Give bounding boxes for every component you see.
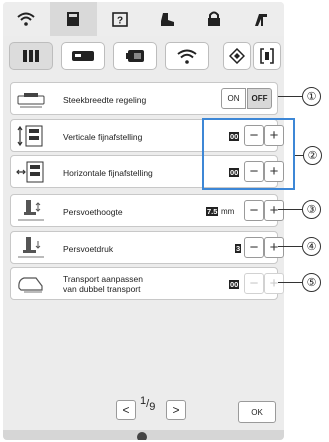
tab-general-settings[interactable] (113, 42, 157, 70)
dual-feed-row: Transport aanpassen van dubbel transport… (10, 267, 284, 300)
stitch-width-off-button[interactable]: OFF (247, 88, 272, 109)
callout-line-2 (295, 155, 303, 156)
horizontal-adjust-icon (16, 161, 44, 183)
stitch-width-row: Steekbreedte regeling ON OFF (10, 82, 278, 115)
home-icon[interactable] (137, 432, 147, 440)
boot-icon (160, 12, 174, 26)
next-page-button[interactable]: > (166, 400, 186, 420)
dual-feed-icon (18, 277, 43, 293)
presser-height-row: Persvoethoogte 7.5 mm − + (10, 194, 284, 227)
horizontal-fine-label: Horizontale fijnafstelling (63, 168, 153, 178)
callout-line-3 (278, 209, 302, 210)
presser-foot-height-icon (18, 200, 44, 221)
callout-5: ⑤ (302, 273, 321, 292)
page-current: 1 (140, 395, 147, 407)
tab-lock[interactable] (190, 2, 237, 36)
machine-icon (254, 13, 267, 26)
vertical-adjust-icon (17, 125, 43, 147)
top-tab-bar: ? (3, 2, 284, 36)
callout-line-4 (278, 246, 302, 247)
tab-wifi-settings[interactable] (165, 42, 209, 70)
tab-help[interactable]: ? (97, 2, 144, 36)
wifi-icon (17, 12, 36, 26)
dual-feed-value: 00 (229, 280, 240, 289)
dual-feed-label: Transport aanpassen van dubbel transport (63, 274, 143, 294)
vertical-fine-label: Verticale fijnafstelling (63, 132, 143, 142)
lock-icon (207, 11, 220, 26)
callout-line-1 (278, 96, 302, 97)
presser-pressure-minus-button[interactable]: − (244, 237, 264, 258)
svg-text:?: ? (117, 15, 123, 26)
tab-document[interactable] (49, 2, 97, 36)
tab-embroidery-settings[interactable] (61, 42, 105, 70)
presser-height-minus-button[interactable]: − (244, 200, 264, 221)
dual-feed-minus-button: − (244, 273, 264, 294)
presser-pressure-plus-button[interactable]: + (264, 237, 284, 258)
presser-foot-pressure-icon (18, 237, 44, 258)
stitch-width-label: Steekbreedte regeling (63, 95, 147, 105)
presser-pressure-value: 3 (235, 244, 242, 253)
dual-feed-label-line1: Transport aanpassen (63, 274, 144, 284)
presser-height-unit: mm (221, 207, 235, 216)
page-total: 9 (149, 401, 156, 413)
fullscreen-button[interactable] (253, 42, 281, 70)
callout-bracket-2 (202, 118, 295, 190)
help-icon: ? (112, 11, 128, 27)
callout-line-5 (278, 282, 302, 283)
stitch-width-icon (17, 93, 45, 108)
diamond-icon (229, 48, 245, 64)
tab-machine[interactable] (237, 2, 284, 36)
dual-feed-plus-button: + (264, 273, 284, 294)
sewing-settings-icon (23, 50, 39, 62)
tab-sewing-settings[interactable] (9, 42, 53, 70)
callout-1: ① (302, 87, 321, 106)
presser-height-label: Persvoethoogte (63, 207, 123, 217)
settings-category-tabs (9, 42, 281, 72)
prev-page-button[interactable]: < (116, 400, 136, 420)
tab-wifi[interactable] (3, 2, 50, 36)
presser-pressure-label: Persvoetdruk (63, 244, 114, 254)
callout-4: ④ (302, 237, 321, 256)
callout-2: ② (303, 146, 322, 165)
document-icon (67, 12, 80, 26)
settings-screen: ? Steekbreedte regeling ON OFF Verticale… (3, 2, 284, 440)
wifi-settings-icon (177, 49, 197, 64)
page-indicator: 1/9 (140, 395, 156, 413)
presser-height-value: 7.5 (206, 207, 219, 216)
embroidery-settings-icon (72, 51, 94, 61)
presser-height-plus-button[interactable]: + (264, 200, 284, 221)
general-settings-icon (126, 50, 144, 62)
ok-button[interactable]: OK (238, 401, 276, 423)
stitch-width-on-button[interactable]: ON (221, 88, 246, 109)
dual-feed-label-line2: van dubbel transport (63, 284, 141, 294)
bracket-icon (260, 48, 274, 64)
tab-boot[interactable] (143, 2, 190, 36)
presser-pressure-row: Persvoetdruk 3 − + (10, 231, 284, 264)
callout-3: ③ (302, 200, 321, 219)
save-settings-button[interactable] (223, 42, 251, 70)
